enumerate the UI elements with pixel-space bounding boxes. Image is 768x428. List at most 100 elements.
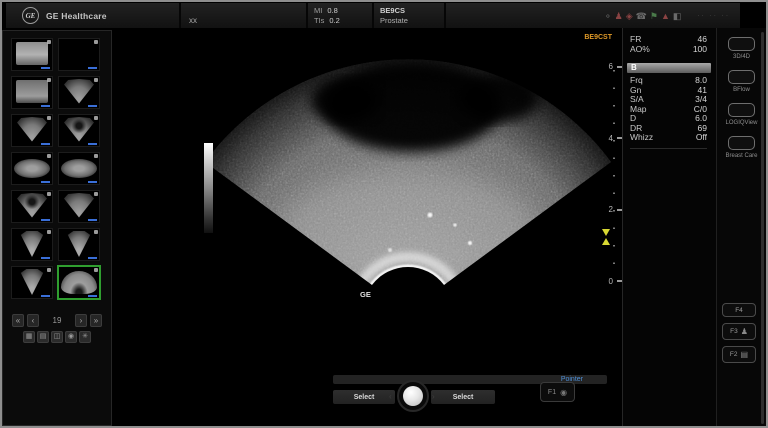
preset-name: Prostate <box>380 17 408 25</box>
record-icon: ◉ <box>560 388 567 397</box>
brand-label: GE Healthcare <box>46 11 107 21</box>
patient-id: xx <box>189 16 197 25</box>
thumbnail[interactable] <box>11 38 53 71</box>
last-page-button[interactable]: » <box>90 314 102 327</box>
brand-section: GE GE Healthcare <box>6 3 181 28</box>
grid-view-icon[interactable]: ▦ <box>23 331 35 343</box>
thumbnail-image <box>18 231 46 257</box>
feature-key[interactable] <box>728 70 755 84</box>
minor-ticks <box>613 70 615 280</box>
feature-key-wrap: Breast Care <box>722 136 762 160</box>
patient-id-section: xx <box>181 3 308 28</box>
f3-label: F3 <box>730 328 738 335</box>
ultrasound-image[interactable] <box>113 28 622 428</box>
alert-icon: ▲ <box>661 11 670 21</box>
feature-key[interactable] <box>728 136 755 150</box>
thumbnail-image <box>15 193 49 218</box>
thumbnail-image <box>65 231 93 257</box>
save-icon[interactable]: ◫ <box>51 331 63 343</box>
panel-divider <box>630 148 707 149</box>
feature-key-wrap: BFlow <box>722 70 762 94</box>
parameter-row: Whizz Off <box>630 133 707 143</box>
depth-tick: 2 <box>596 205 622 214</box>
thumbnail[interactable] <box>58 190 100 223</box>
thumbnail[interactable] <box>11 228 53 261</box>
thumbnail-image <box>15 117 49 142</box>
grayscale-bar <box>204 143 213 233</box>
vendor-mark: GE <box>360 290 371 299</box>
focus-marker[interactable] <box>602 229 610 245</box>
thumbnail[interactable] <box>58 76 100 109</box>
patient-icon: ♟ <box>741 327 748 336</box>
select-right-label: Select <box>453 394 474 401</box>
clipboard-toolbar: ▦▤◫◉✳ <box>3 331 111 343</box>
f1-key[interactable]: F1 ◉ <box>540 382 575 402</box>
probe-connect-icon: ⚬ <box>604 11 612 21</box>
next-page-button[interactable]: › <box>75 314 87 327</box>
thumbnail-image <box>62 193 96 218</box>
ao-value: 100 <box>693 45 707 55</box>
trackball[interactable] <box>403 386 423 406</box>
thumbnail[interactable] <box>58 228 100 261</box>
prev-page-button[interactable]: ‹ <box>27 314 39 327</box>
mode-indicator: B <box>627 63 711 73</box>
select-right-softkey[interactable]: Select <box>431 390 495 404</box>
thumbnail-image <box>61 159 97 178</box>
feature-key[interactable] <box>728 103 755 117</box>
probe-label: BE9CST <box>584 34 612 41</box>
f4-label: F4 <box>735 307 743 314</box>
depth-tick: 4 <box>596 134 622 143</box>
mi-label: MI <box>314 7 322 15</box>
thumbnail-image <box>16 80 48 103</box>
clock-section: ·· ·· ·· <box>689 3 740 28</box>
depth-ruler: 6 4 2 0 <box>596 62 622 286</box>
parameter-panel: FR 46 AO% 100 B Frq 8.0 Gn 41 S/ <box>622 28 716 428</box>
feature-key-label: Breast Care <box>722 153 762 160</box>
depth-tick: 0 <box>596 277 622 286</box>
thumbnail[interactable] <box>58 38 100 71</box>
thumbnail[interactable] <box>58 266 100 299</box>
thumbnail[interactable] <box>11 76 53 109</box>
camera-icon[interactable]: ◉ <box>65 331 77 343</box>
acoustic-output-section: MI0.8 TIs0.2 <box>308 3 374 28</box>
thumbnail[interactable] <box>11 190 53 223</box>
feature-key-label: BFlow <box>722 87 762 94</box>
thumbnail[interactable] <box>58 152 100 185</box>
thumbnail[interactable] <box>58 114 100 147</box>
focus-marker-bottom <box>602 238 610 245</box>
parameter-value: Off <box>696 133 707 143</box>
settings-icon[interactable]: ✳ <box>79 331 91 343</box>
mi-value: 0.8 <box>327 7 337 15</box>
f4-key[interactable]: F4 <box>722 303 756 317</box>
trackball-right-arrow-icon: › <box>432 392 435 401</box>
thumbnail-grid <box>3 31 111 299</box>
feature-key-label: LOGIQView <box>722 120 762 127</box>
f1-label: F1 <box>548 389 556 396</box>
first-page-button[interactable]: « <box>12 314 24 327</box>
probe-name: BE9CS <box>380 7 405 15</box>
clipboard-panel: « ‹ 19 › » ▦▤◫◉✳ <box>2 30 112 426</box>
thumbnail[interactable] <box>11 266 53 299</box>
thumbnail-image <box>61 271 97 294</box>
tis-label: TIs <box>314 17 324 25</box>
phone-icon: ☎ <box>636 11 647 21</box>
focus-marker-top <box>602 229 610 236</box>
user-icon: ♟ <box>615 11 623 21</box>
parameter-row: Frq 8.0 <box>630 76 707 86</box>
thumbnail-image <box>16 42 48 65</box>
f3-key[interactable]: F3 ♟ <box>722 323 756 340</box>
filmstrip-icon[interactable]: ▤ <box>37 331 49 343</box>
select-left-softkey[interactable]: Select <box>333 390 395 404</box>
depth-tick: 6 <box>596 62 622 71</box>
image-area: BE9CST GE 6 4 2 0 <box>113 28 622 428</box>
f2-key[interactable]: F2 ▤ <box>722 346 756 363</box>
select-left-label: Select <box>354 394 375 401</box>
display-icon: ◧ <box>673 11 682 21</box>
feature-key-label: 3D/4D <box>722 54 762 61</box>
ultrasound-console: GE GE Healthcare xx MI0.8 TIs0.2 BE9CS P… <box>0 0 768 428</box>
thumbnail[interactable] <box>11 152 53 185</box>
thumbnail[interactable] <box>11 114 53 147</box>
feature-key[interactable] <box>728 37 755 51</box>
feature-key-list: 3D/4D BFlow LOGIQView Breast Care <box>717 37 766 160</box>
clock-text: ·· ·· ·· <box>697 12 730 19</box>
